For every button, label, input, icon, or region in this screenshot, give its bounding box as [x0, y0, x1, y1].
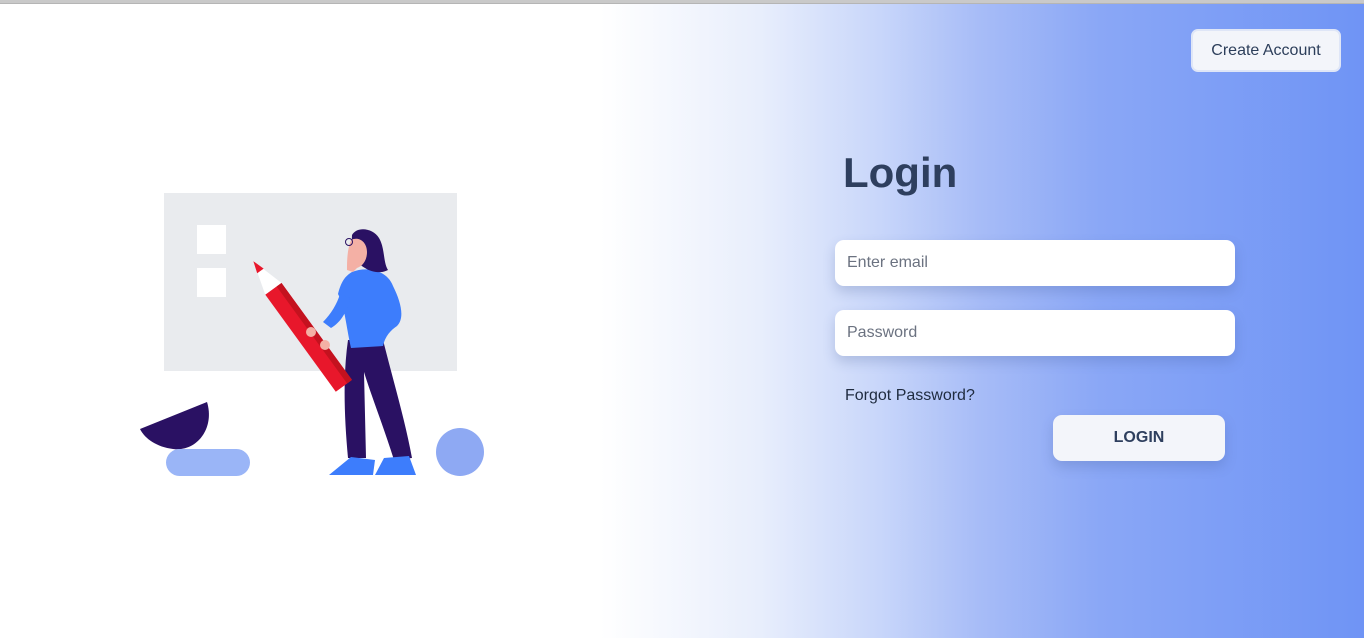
half-circle-shape [140, 402, 209, 450]
forgot-password-link[interactable]: Forgot Password? [845, 387, 975, 405]
hand-shape-2 [320, 340, 330, 350]
right-shoe [375, 456, 416, 475]
window-top-border [0, 0, 1364, 4]
pill-shape [166, 449, 250, 476]
person-with-pencil-illustration [140, 193, 484, 476]
board-square-bottom [197, 268, 226, 297]
hand-shape [306, 327, 316, 337]
create-account-button[interactable]: Create Account [1191, 29, 1341, 72]
left-shoe [329, 457, 375, 475]
board-square-top [197, 225, 226, 254]
circle-shape [436, 428, 484, 476]
password-field[interactable] [835, 310, 1235, 356]
email-field[interactable] [835, 240, 1235, 286]
login-title: Login [843, 149, 958, 196]
login-button[interactable]: LOGIN [1053, 415, 1225, 461]
